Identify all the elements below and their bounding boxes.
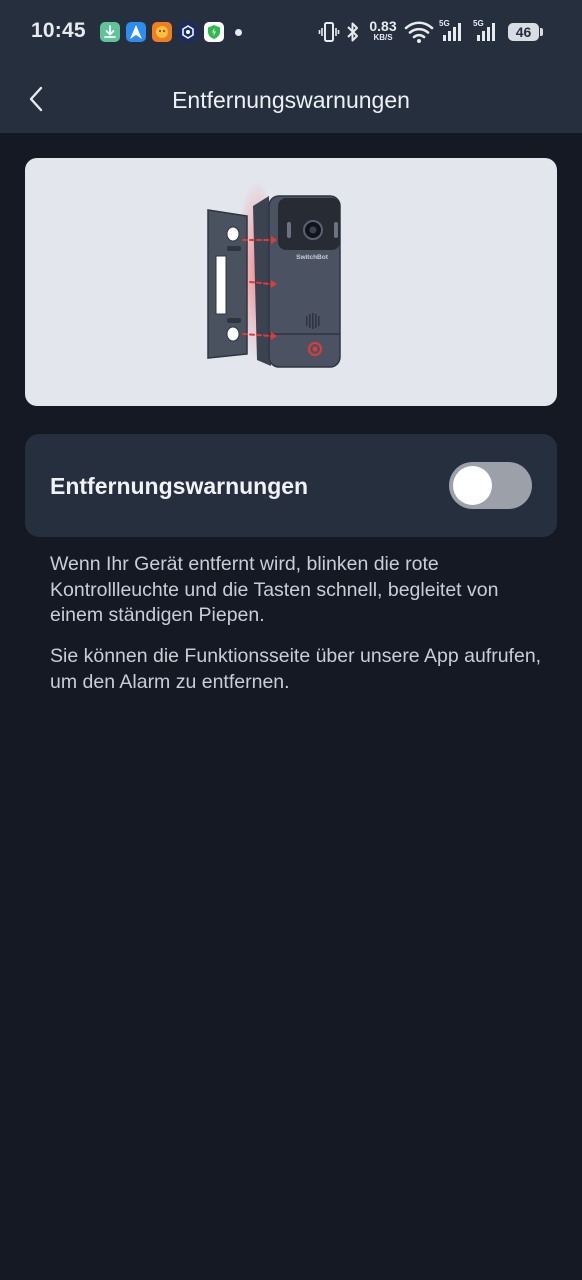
signal-icon <box>477 23 495 41</box>
status-bar: 10:45 0.83 KB/S 5G 5G 46 <box>0 0 582 64</box>
removal-warning-setting: Entfernungswarnungen <box>25 434 557 537</box>
network-speed-value: 0.83 <box>369 18 397 34</box>
app-header: 10:45 0.83 KB/S 5G 5G 46 Entfernungswarn… <box>0 0 582 133</box>
battery-icon: 46 <box>508 23 539 41</box>
toggle-knob <box>453 466 492 505</box>
removal-warning-toggle[interactable] <box>449 462 532 509</box>
network-speed: 0.83 KB/S <box>367 19 399 42</box>
crypto-app-icon <box>178 22 198 42</box>
download-app-icon <box>100 22 120 42</box>
network-speed-unit: KB/S <box>373 33 393 42</box>
navigation-app-icon <box>126 22 146 42</box>
wifi-icon <box>404 21 434 43</box>
vibrate-icon <box>318 22 340 42</box>
description-text: Wenn Ihr Gerät entfernt wird, blinken di… <box>50 553 499 626</box>
page-title: Entfernungswarnungen <box>172 87 410 113</box>
brand-label: SwitchBot <box>296 254 329 261</box>
bluetooth-icon <box>347 22 358 42</box>
removal-warning-label: Entfernungswarnungen <box>50 473 309 499</box>
signal-icon <box>443 23 461 41</box>
lion-app-icon <box>152 22 172 42</box>
device-illustration-card: SwitchBot <box>25 158 557 406</box>
description-text: Sie können die Funktionsseite über unser… <box>50 645 542 693</box>
notification-dot <box>235 29 242 36</box>
device-removal-illustration: SwitchBot <box>207 180 341 368</box>
shield-app-icon <box>204 22 224 42</box>
battery-tip <box>540 28 543 36</box>
status-time: 10:45 <box>31 19 86 42</box>
